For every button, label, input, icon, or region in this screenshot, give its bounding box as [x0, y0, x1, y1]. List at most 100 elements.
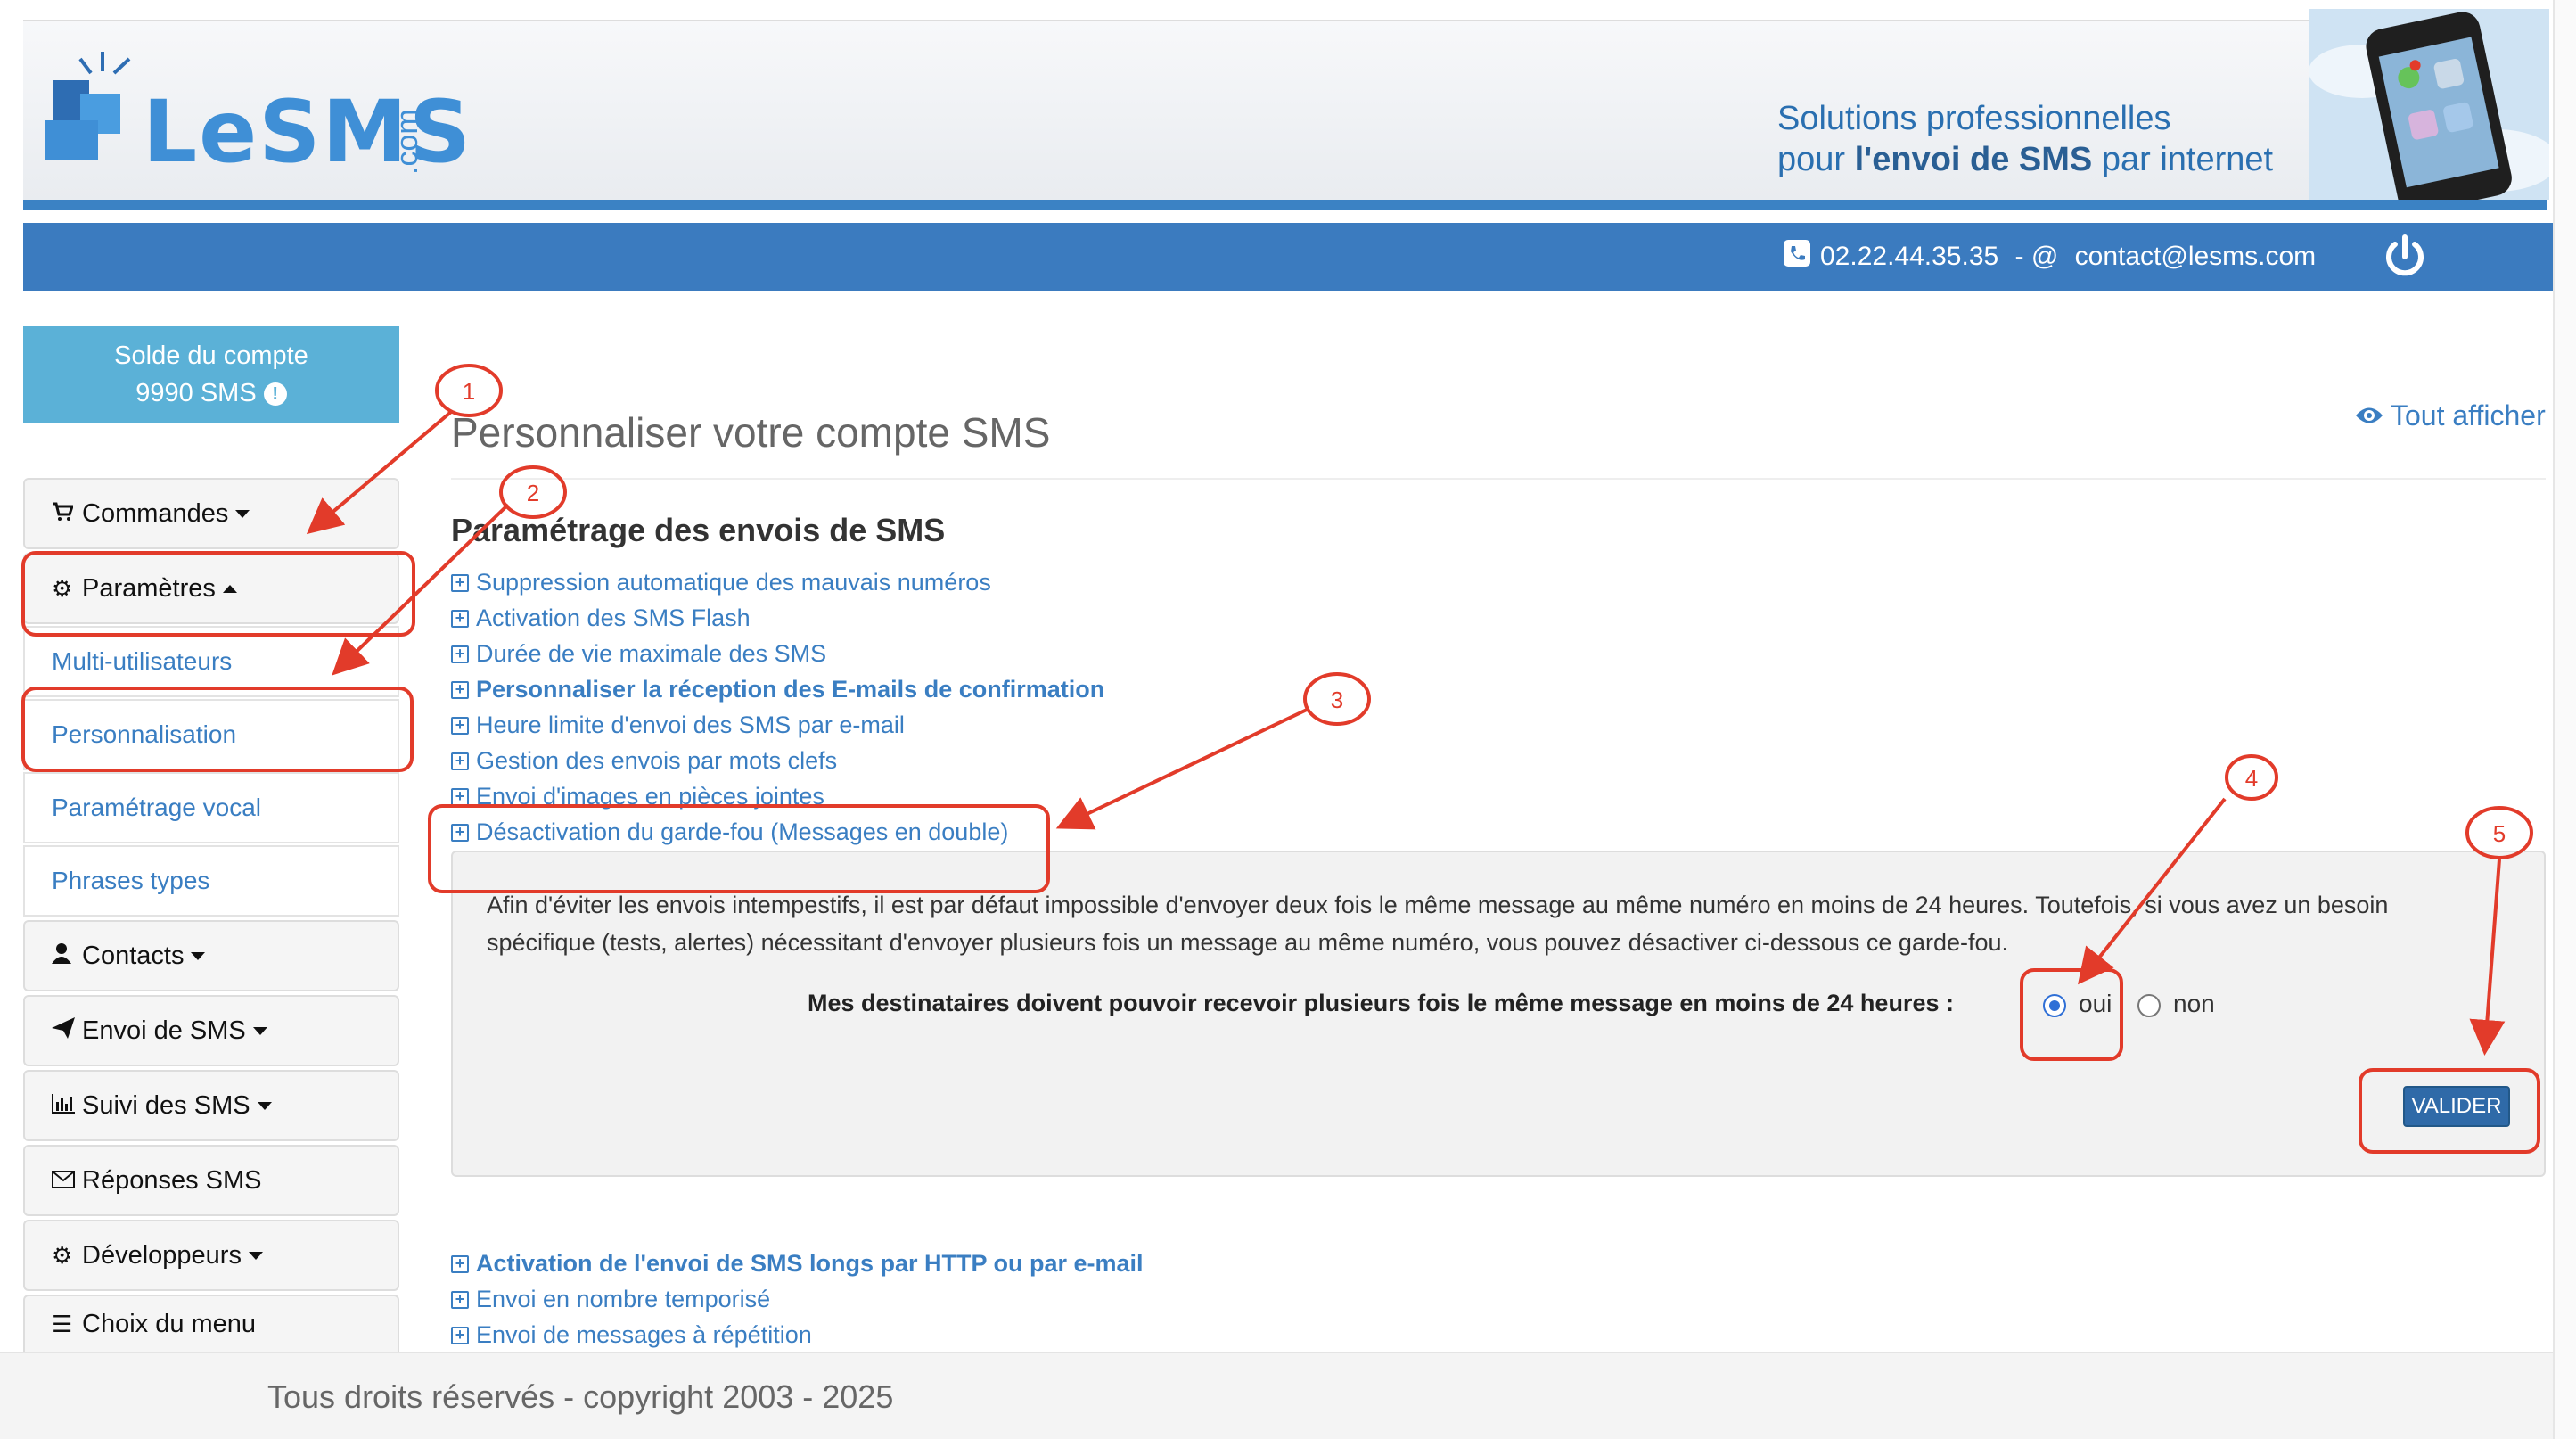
expand-plus-icon: + — [451, 1290, 469, 1309]
section-title: Paramétrage des envois de SMS — [451, 512, 946, 548]
tagline-bold: l'envoi de SMS — [1854, 141, 2093, 178]
sidebar-item-label: Choix du menu — [82, 1309, 257, 1338]
header-tagline: Solutions professionnelles pour l'envoi … — [1777, 98, 2273, 180]
sidebar-item-parametrage-vocal[interactable]: Paramétrage vocal — [23, 772, 399, 843]
window-edge — [2553, 0, 2576, 1439]
chevron-down-icon — [248, 1251, 263, 1260]
tagline-line-1: Solutions professionnelles — [1777, 100, 2171, 137]
contact-info: 02.22.44.35.35 - @ contact@lesms.com — [1783, 239, 2316, 275]
chevron-down-icon — [191, 951, 206, 960]
sidebar-item-multi-utilisateurs[interactable]: Multi-utilisateurs — [23, 626, 399, 697]
annotation-number: 3 — [1331, 687, 1343, 713]
sidebar-item-label: Développeurs — [82, 1240, 242, 1270]
expand-plus-icon: + — [451, 573, 469, 592]
phone-icon — [1783, 239, 1811, 275]
setting-link-mots-clefs[interactable]: + Gestion des envois par mots clefs — [451, 747, 837, 775]
annotation-number: 4 — [2245, 765, 2258, 792]
send-icon — [52, 1016, 77, 1045]
sidebar-item-label: Phrases types — [52, 867, 210, 894]
sidebar-item-personnalisation[interactable]: Personnalisation — [23, 699, 399, 770]
sidebar-item-envoi-sms[interactable]: Envoi de SMS — [23, 995, 399, 1066]
sidebar-item-developpeurs[interactable]: ⚙ Développeurs — [23, 1220, 399, 1291]
power-icon[interactable] — [2378, 230, 2432, 284]
expand-plus-icon: + — [451, 1254, 469, 1273]
sidebar-item-reponses-sms[interactable]: Réponses SMS — [23, 1145, 399, 1216]
setting-link-garde-fou[interactable]: + Désactivation du garde-fou (Messages en… — [451, 818, 1008, 846]
radio-oui-label[interactable]: oui — [2079, 990, 2112, 1018]
chevron-down-icon — [257, 1101, 272, 1110]
sidebar-item-label: Réponses SMS — [82, 1165, 262, 1195]
radio-non[interactable] — [2137, 994, 2161, 1017]
user-icon — [52, 942, 77, 970]
phone-number[interactable]: 02.22.44.35.35 — [1820, 242, 1998, 272]
annotation-number: 1 — [463, 378, 475, 405]
sidebar-item-phrases-types[interactable]: Phrases types — [23, 845, 399, 917]
expand-plus-icon: + — [451, 787, 469, 806]
setting-link-label: Gestion des envois par mots clefs — [476, 747, 838, 774]
copyright-text: Tous droits réservés - copyright 2003 - … — [267, 1378, 894, 1415]
sidebar-item-suivi-sms[interactable]: Suivi des SMS — [23, 1070, 399, 1141]
annotation-number: 5 — [2493, 820, 2506, 847]
expand-plus-icon: + — [451, 1326, 469, 1344]
sidebar-item-commandes[interactable]: Commandes — [23, 478, 399, 549]
setting-link-repetition[interactable]: + Envoi de messages à répétition — [451, 1321, 812, 1349]
sidebar-item-choix-menu[interactable]: ☰ Choix du menu — [23, 1295, 399, 1352]
sidebar-item-label: Suivi des SMS — [82, 1090, 250, 1120]
radio-oui[interactable] — [2043, 994, 2066, 1017]
setting-link-sms-flash[interactable]: + Activation des SMS Flash — [451, 604, 751, 632]
balance-value: 9990 SMS — [135, 379, 257, 407]
setting-link-label: Envoi de messages à répétition — [476, 1321, 812, 1348]
sidebar-item-parametres[interactable]: ⚙ Paramètres — [23, 553, 399, 624]
cart-icon — [52, 500, 77, 528]
setting-link-duree-vie[interactable]: + Durée de vie maximale des SMS — [451, 640, 826, 668]
sidebar-item-label: Paramétrage vocal — [52, 794, 262, 821]
setting-link-images[interactable]: + Envoi d'images en pièces jointes — [451, 783, 824, 810]
setting-link-label: Désactivation du garde-fou (Messages en … — [476, 818, 1009, 845]
info-icon[interactable]: ! — [263, 382, 287, 407]
account-balance-box[interactable]: Solde du compte 9990 SMS ! — [23, 326, 399, 423]
gear-icon: ⚙ — [52, 574, 73, 602]
sidebar-item-contacts[interactable]: Contacts — [23, 920, 399, 991]
divider — [451, 478, 2546, 480]
tagline-part: par internet — [2092, 141, 2274, 178]
email-link[interactable]: contact@lesms.com — [2075, 242, 2317, 272]
valider-button[interactable]: VALIDER — [2403, 1086, 2510, 1127]
page-title: Personnaliser votre compte SMS — [451, 409, 1051, 456]
setting-link-label: Activation des SMS Flash — [476, 604, 751, 631]
chart-icon — [52, 1092, 77, 1120]
show-all-label: Tout afficher — [2391, 399, 2546, 432]
setting-link-label: Durée de vie maximale des SMS — [476, 640, 827, 667]
sidebar-item-label: Personnalisation — [52, 720, 237, 748]
envelope-icon — [52, 1167, 77, 1195]
eye-icon — [2355, 399, 2383, 432]
radio-non-label[interactable]: non — [2173, 990, 2215, 1018]
chevron-down-icon — [235, 509, 250, 518]
contact-separator: - @ — [2007, 242, 2066, 271]
header-stripe — [23, 200, 2547, 210]
setting-link-suppression[interactable]: + Suppression automatique des mauvais num… — [451, 569, 991, 596]
setting-link-emails-confirmation[interactable]: + Personnaliser la réception des E-mails … — [451, 676, 1104, 703]
setting-link-label: Envoi en nombre temporisé — [476, 1286, 771, 1312]
menu-icon: ☰ — [52, 1310, 73, 1337]
expand-plus-icon: + — [451, 752, 469, 770]
expand-plus-icon: + — [451, 609, 469, 628]
setting-link-label: Envoi d'images en pièces jointes — [476, 783, 824, 810]
setting-link-sms-longs[interactable]: + Activation de l'envoi de SMS longs par … — [451, 1250, 1144, 1278]
setting-link-envoi-temporise[interactable]: + Envoi en nombre temporisé — [451, 1286, 770, 1313]
expand-plus-icon: + — [451, 680, 469, 699]
tagline-part: pour — [1777, 141, 1855, 178]
chevron-down-icon — [252, 1026, 267, 1035]
expand-plus-icon: + — [451, 645, 469, 663]
chevron-up-icon — [222, 584, 237, 593]
gear-icon: ⚙ — [52, 1241, 73, 1269]
show-all-link[interactable]: Tout afficher — [2355, 399, 2546, 432]
setting-link-label: Personnaliser la réception des E-mails d… — [476, 676, 1105, 703]
sidebar-item-label: Multi-utilisateurs — [52, 647, 233, 675]
balance-value-row: 9990 SMS ! — [23, 374, 399, 412]
setting-link-label: Heure limite d'envoi des SMS par e-mail — [476, 711, 905, 738]
logo-icon[interactable] — [45, 45, 143, 165]
setting-link-heure-limite[interactable]: + Heure limite d'envoi des SMS par e-mail — [451, 711, 905, 739]
expand-plus-icon: + — [451, 716, 469, 735]
sidebar-item-label: Commandes — [82, 498, 229, 528]
sidebar-item-label: Contacts — [82, 941, 185, 970]
